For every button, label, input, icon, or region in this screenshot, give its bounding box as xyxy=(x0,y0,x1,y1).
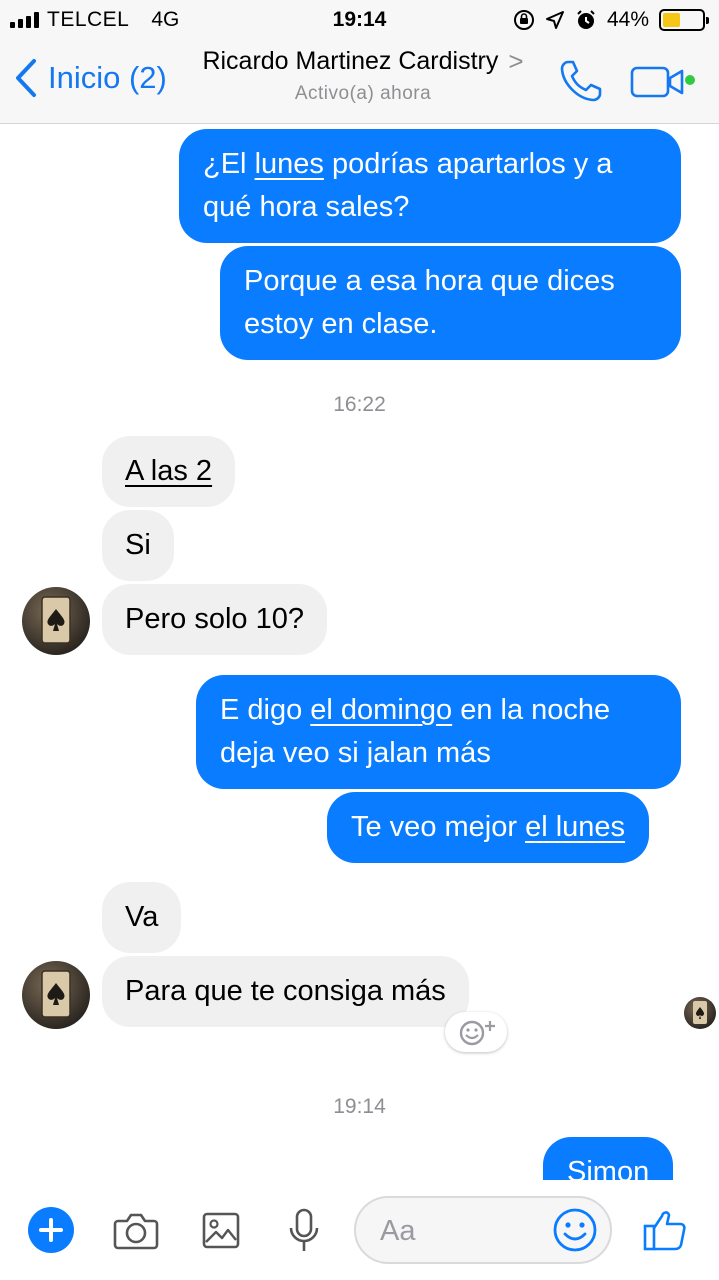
message-outgoing[interactable]: Te veo mejor el lunes xyxy=(327,792,650,863)
message-text: Para que te consiga más xyxy=(125,975,446,1007)
ace-of-spades-avatar-icon xyxy=(41,596,71,644)
message-outgoing[interactable]: ¿El lunes podrías apartarlos y a qué hor… xyxy=(179,129,681,243)
message-incoming[interactable]: Pero solo 10? xyxy=(102,584,327,655)
smiley-plus-icon xyxy=(459,1020,495,1046)
message-input[interactable] xyxy=(380,1210,550,1252)
message-link[interactable]: el domingo xyxy=(310,694,452,726)
conversation-header: Inicio (2) Ricardo Martinez Cardistry > … xyxy=(0,40,719,124)
contact-name: Ricardo Martinez Cardistry xyxy=(202,47,499,75)
orientation-lock-icon xyxy=(513,10,534,30)
add-reaction-button[interactable] xyxy=(445,1012,507,1052)
timestamp: 16:22 xyxy=(333,393,386,416)
phone-call-icon[interactable] xyxy=(558,58,604,104)
contact-avatar[interactable] xyxy=(22,587,90,655)
plus-icon xyxy=(39,1218,63,1242)
message-incoming[interactable]: Va xyxy=(102,882,182,953)
message-incoming[interactable]: Si xyxy=(102,510,174,581)
status-bar: TELCEL 4G 19:14 44% xyxy=(0,0,719,40)
message-text: Pero solo 10? xyxy=(125,603,304,635)
message-link[interactable]: lunes xyxy=(255,148,324,180)
video-call-icon[interactable] xyxy=(630,62,696,102)
message-text: ¿El xyxy=(203,148,255,180)
message-incoming[interactable]: A las 2 xyxy=(102,436,236,507)
battery-fill xyxy=(663,13,680,27)
contact-title-button[interactable]: Ricardo Martinez Cardistry > Activo(a) a… xyxy=(180,46,546,105)
thumbs-up-icon[interactable] xyxy=(642,1208,688,1252)
alarm-icon xyxy=(577,10,595,29)
timestamp: 19:14 xyxy=(333,1095,386,1118)
emoji-icon[interactable] xyxy=(552,1207,598,1253)
gallery-icon[interactable] xyxy=(202,1210,240,1250)
status-right: 44% xyxy=(513,8,709,32)
battery-percent: 44% xyxy=(606,8,649,31)
message-text: Si xyxy=(125,529,151,561)
contact-avatar[interactable] xyxy=(22,961,90,1029)
ace-of-spades-avatar-icon xyxy=(693,1001,707,1024)
back-button[interactable]: Inicio (2) xyxy=(14,58,167,98)
message-text: Va xyxy=(125,901,159,933)
message-outgoing[interactable]: E digo el domingo en la noche deja veo s… xyxy=(196,675,681,789)
battery-icon xyxy=(659,9,709,31)
read-receipt-avatar xyxy=(684,997,716,1029)
chevron-right-icon: > xyxy=(508,46,524,76)
more-options-button[interactable] xyxy=(28,1207,74,1253)
message-text: Te veo mejor xyxy=(351,811,526,843)
active-status: Activo(a) ahora xyxy=(294,83,432,104)
message-text: Porque a esa hora que dices estoy en cla… xyxy=(244,265,615,340)
camera-icon[interactable] xyxy=(113,1212,159,1250)
message-outgoing[interactable]: Simon xyxy=(543,1137,674,1180)
message-text: E digo xyxy=(220,694,311,726)
message-link[interactable]: A las 2 xyxy=(125,455,212,487)
microphone-icon[interactable] xyxy=(287,1208,321,1254)
message-composer xyxy=(0,1180,719,1280)
chevron-left-icon xyxy=(16,59,36,97)
message-input-container[interactable] xyxy=(354,1196,612,1264)
message-incoming[interactable]: Para que te consiga más xyxy=(102,956,469,1027)
message-text: Simon xyxy=(567,1156,650,1180)
back-label: Inicio (2) xyxy=(48,60,167,95)
location-arrow-icon xyxy=(545,11,564,29)
message-link[interactable]: el lunes xyxy=(525,811,625,843)
ace-of-spades-avatar-icon xyxy=(41,970,71,1018)
message-outgoing[interactable]: Porque a esa hora que dices estoy en cla… xyxy=(220,246,681,360)
message-thread[interactable]: ¿El lunes podrías apartarlos y a qué hor… xyxy=(0,125,719,1180)
